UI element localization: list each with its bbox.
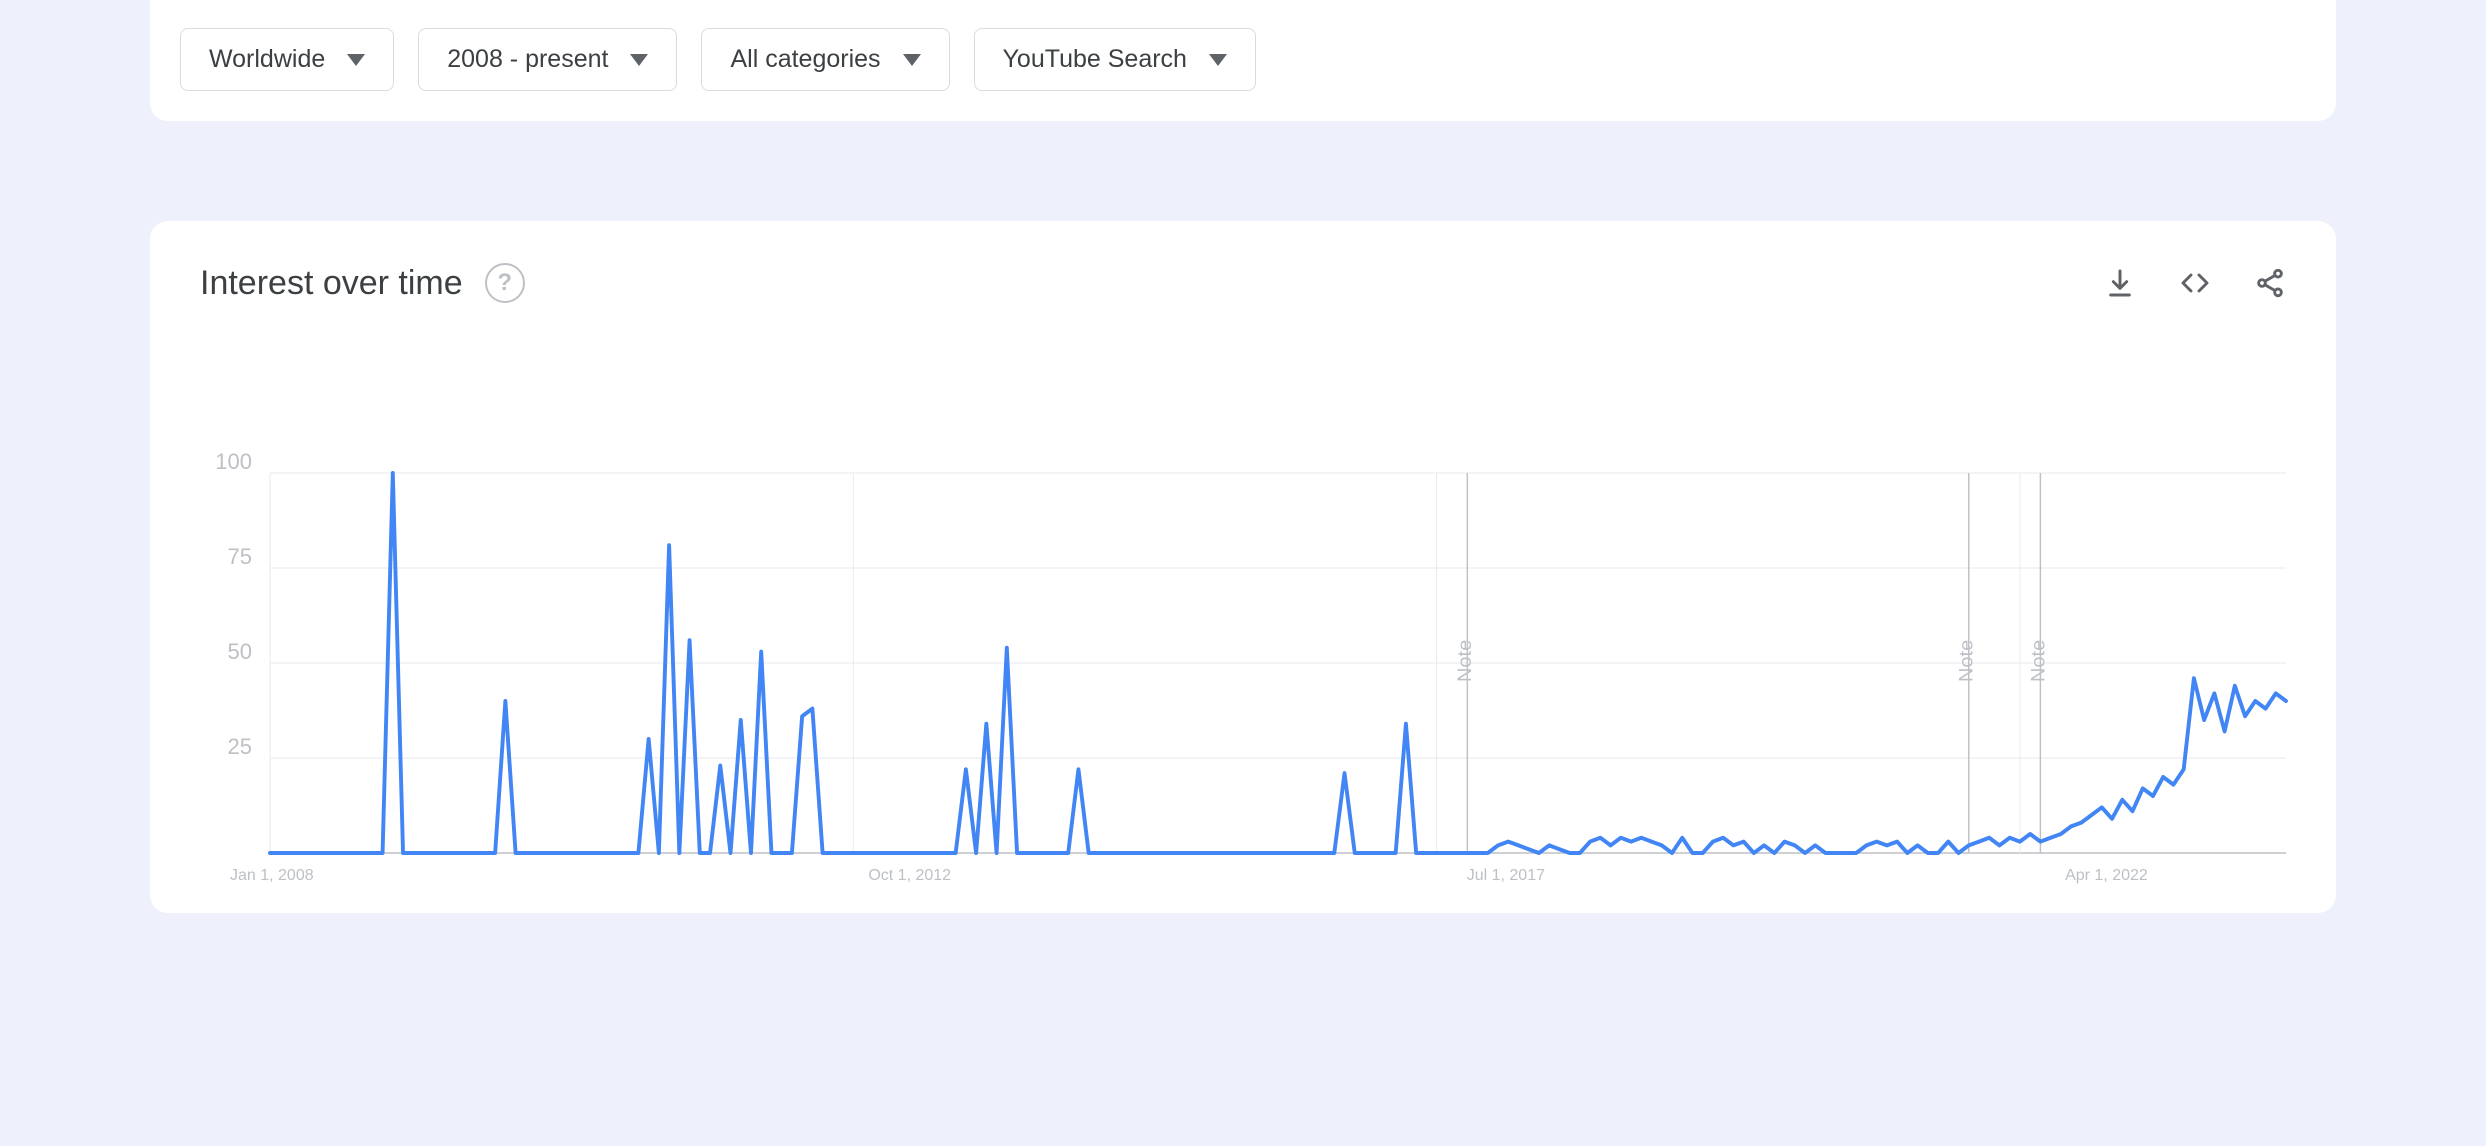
x-tick-label: Jan 1, 2008: [230, 867, 314, 885]
x-tick-label: Apr 1, 2022: [2065, 867, 2148, 885]
note-label: Note: [1956, 640, 1978, 682]
filter-time-label: 2008 - present: [447, 45, 608, 74]
x-tick-label: Oct 1, 2012: [868, 867, 951, 885]
chevron-down-icon: [903, 54, 921, 66]
filter-time[interactable]: 2008 - present: [418, 28, 677, 91]
chevron-down-icon: [347, 54, 365, 66]
chart-header: Interest over time ?: [200, 263, 2286, 303]
filters-card: Worldwide 2008 - present All categories …: [150, 0, 2336, 121]
note-label: Note: [2028, 640, 2050, 682]
filter-region[interactable]: Worldwide: [180, 28, 394, 91]
download-icon[interactable]: [2104, 267, 2136, 299]
chevron-down-icon: [630, 54, 648, 66]
filter-region-label: Worldwide: [209, 45, 325, 74]
filter-search-type-label: YouTube Search: [1003, 45, 1187, 74]
x-tick-label: Jul 1, 2017: [1467, 867, 1545, 885]
chart-card: Interest over time ? 100755025 Note Note N…: [150, 221, 2336, 913]
embed-icon[interactable]: [2178, 267, 2212, 299]
plot: NoteNoteNote Jan 1, 2008Oct 1, 2012Jul 1…: [270, 473, 2286, 853]
filter-search-type[interactable]: YouTube Search: [974, 28, 1256, 91]
help-icon[interactable]: ?: [485, 263, 525, 303]
filter-category[interactable]: All categories: [701, 28, 949, 91]
share-icon[interactable]: [2254, 267, 2286, 299]
chart-actions: [2104, 267, 2286, 299]
filters-row: Worldwide 2008 - present All categories …: [180, 28, 2306, 91]
chart-title: Interest over time: [200, 264, 463, 303]
note-label: Note: [1454, 640, 1476, 682]
y-axis: 100755025: [200, 473, 270, 853]
plot-area: 100755025 NoteNoteNote Jan 1, 2008Oct 1,…: [200, 473, 2286, 853]
filter-category-label: All categories: [730, 45, 880, 74]
chevron-down-icon: [1209, 54, 1227, 66]
